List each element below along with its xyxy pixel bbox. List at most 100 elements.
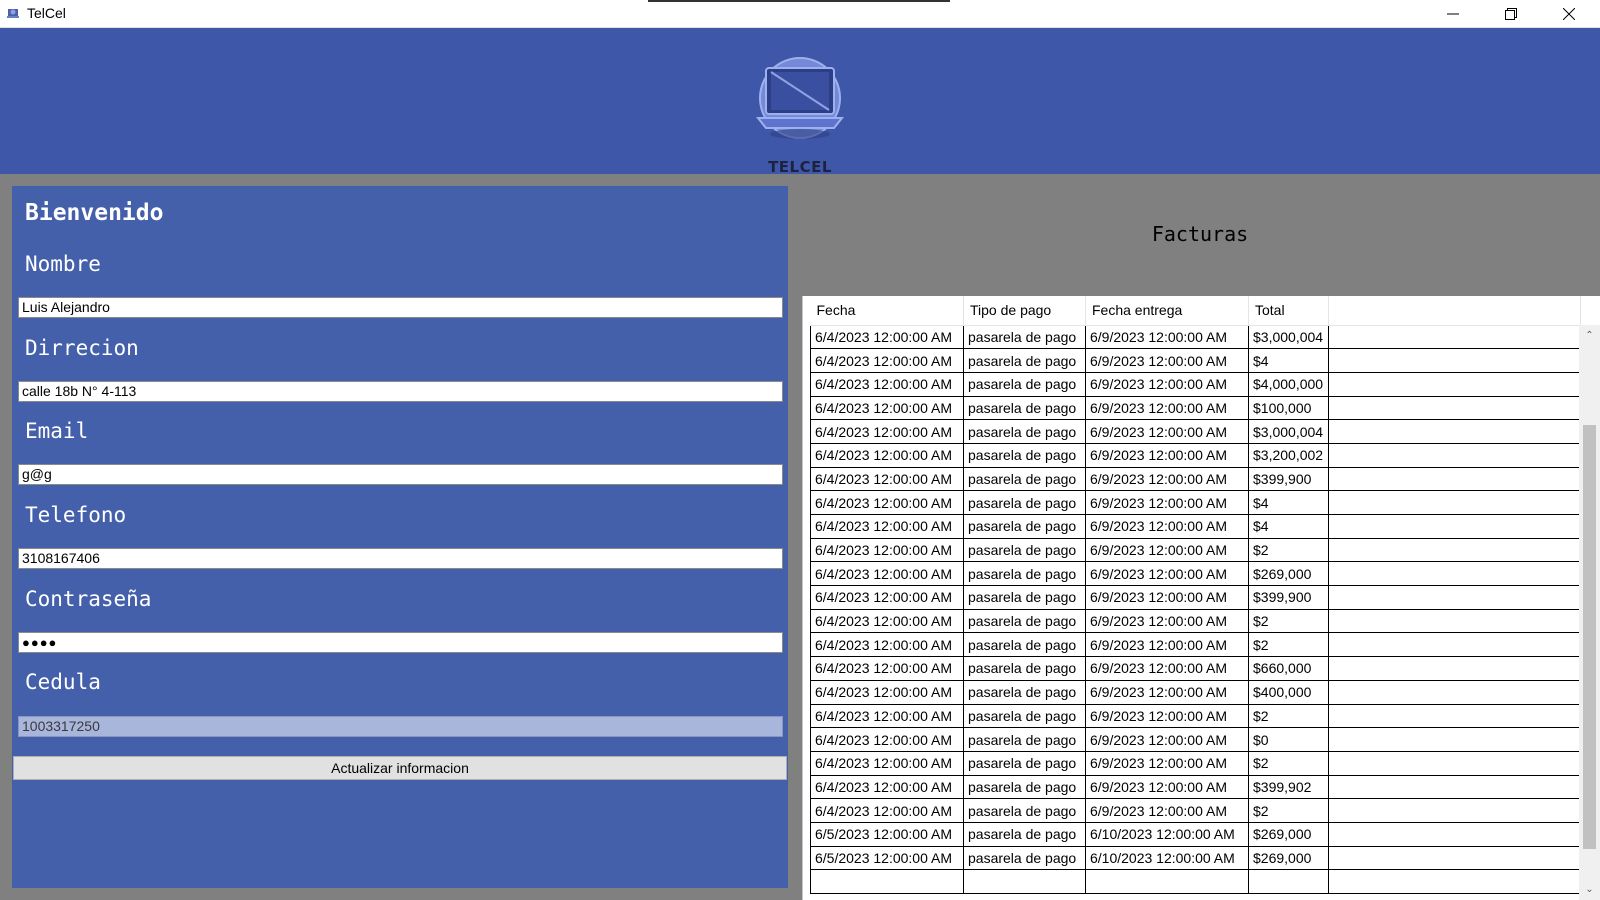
table-cell[interactable]: pasarela de pago bbox=[963, 538, 1086, 563]
table-row[interactable]: 6/4/2023 12:00:00 AM pasarela de pago 6/9/… bbox=[810, 609, 1581, 634]
table-row[interactable]: 6/5/2023 12:00:00 AM pasarela de pago 6/10… bbox=[810, 846, 1581, 871]
table-cell[interactable]: $2 bbox=[1248, 798, 1329, 823]
table-cell[interactable]: 6/4/2023 12:00:00 AM bbox=[810, 443, 964, 468]
table-row[interactable]: 6/4/2023 12:00:00 AM pasarela de pago 6/9/… bbox=[810, 798, 1581, 823]
table-row[interactable]: 6/4/2023 12:00:00 AM pasarela de pago 6/9/… bbox=[810, 680, 1581, 705]
table-cell[interactable]: 6/9/2023 12:00:00 AM bbox=[1085, 467, 1249, 492]
scroll-up-icon[interactable]: ⌃ bbox=[1584, 330, 1595, 341]
table-cell[interactable]: 6/9/2023 12:00:00 AM bbox=[1085, 680, 1249, 705]
table-cell[interactable]: $2 bbox=[1248, 538, 1329, 563]
table-cell[interactable]: pasarela de pago bbox=[963, 751, 1086, 776]
table-cell[interactable]: pasarela de pago bbox=[963, 419, 1086, 444]
table-cell[interactable]: $399,900 bbox=[1248, 467, 1329, 492]
direccion-field[interactable]: calle 18b N° 4-113 bbox=[18, 381, 783, 402]
table-cell[interactable]: pasarela de pago bbox=[963, 372, 1086, 397]
table-cell[interactable]: 6/9/2023 12:00:00 AM bbox=[1085, 727, 1249, 752]
table-row[interactable] bbox=[810, 869, 1581, 894]
table-cell[interactable]: 6/9/2023 12:00:00 AM bbox=[1085, 609, 1249, 634]
table-cell[interactable]: 6/9/2023 12:00:00 AM bbox=[1085, 751, 1249, 776]
table-cell[interactable]: 6/9/2023 12:00:00 AM bbox=[1085, 775, 1249, 800]
table-cell[interactable]: $3,200,002 bbox=[1248, 443, 1329, 468]
scroll-down-icon[interactable]: ⌄ bbox=[1584, 884, 1595, 895]
table-cell[interactable]: $100,000 bbox=[1248, 396, 1329, 421]
table-cell[interactable]: $2 bbox=[1248, 704, 1329, 729]
table-cell[interactable]: pasarela de pago bbox=[963, 632, 1086, 658]
table-cell[interactable]: $660,000 bbox=[1248, 656, 1329, 681]
telefono-field[interactable]: 3108167406 bbox=[18, 548, 783, 569]
table-row[interactable]: 6/4/2023 12:00:00 AM pasarela de pago 6/9/… bbox=[810, 467, 1581, 492]
table-cell[interactable]: pasarela de pago bbox=[963, 704, 1086, 729]
table-cell[interactable]: 6/4/2023 12:00:00 AM bbox=[810, 680, 964, 705]
table-cell[interactable]: $3,000,004 bbox=[1248, 419, 1329, 444]
table-cell[interactable]: 6/4/2023 12:00:00 AM bbox=[810, 775, 964, 800]
table-cell[interactable]: $4 bbox=[1248, 514, 1329, 539]
table-row[interactable]: 6/4/2023 12:00:00 AM pasarela de pago 6/9/… bbox=[810, 538, 1581, 563]
table-cell[interactable]: 6/4/2023 12:00:00 AM bbox=[810, 348, 964, 373]
table-cell[interactable]: 6/9/2023 12:00:00 AM bbox=[1085, 561, 1249, 587]
column-header-tipo-pago[interactable]: Tipo de pago bbox=[963, 296, 1086, 326]
table-cell[interactable]: 6/9/2023 12:00:00 AM bbox=[1085, 348, 1249, 373]
table-row[interactable]: 6/4/2023 12:00:00 AM pasarela de pago 6/9/… bbox=[810, 348, 1581, 373]
table-cell[interactable]: pasarela de pago bbox=[963, 846, 1086, 871]
table-cell[interactable]: 6/5/2023 12:00:00 AM bbox=[810, 822, 964, 847]
table-cell[interactable]: 6/4/2023 12:00:00 AM bbox=[810, 632, 964, 658]
scrollbar-thumb[interactable] bbox=[1583, 425, 1596, 849]
table-cell[interactable]: pasarela de pago bbox=[963, 585, 1086, 610]
table-cell[interactable]: 6/9/2023 12:00:00 AM bbox=[1085, 325, 1249, 350]
table-cell[interactable] bbox=[1085, 869, 1249, 894]
table-cell[interactable] bbox=[963, 869, 1086, 894]
table-cell[interactable]: 6/4/2023 12:00:00 AM bbox=[810, 325, 964, 350]
table-cell[interactable]: 6/9/2023 12:00:00 AM bbox=[1085, 396, 1249, 421]
table-cell[interactable]: pasarela de pago bbox=[963, 325, 1086, 350]
table-cell[interactable]: 6/4/2023 12:00:00 AM bbox=[810, 372, 964, 397]
table-cell[interactable]: $269,000 bbox=[1248, 561, 1329, 587]
table-cell[interactable]: 6/4/2023 12:00:00 AM bbox=[810, 704, 964, 729]
table-cell[interactable]: 6/9/2023 12:00:00 AM bbox=[1085, 538, 1249, 563]
nombre-field[interactable]: Luis Alejandro bbox=[18, 297, 783, 318]
table-cell[interactable]: 6/9/2023 12:00:00 AM bbox=[1085, 490, 1249, 515]
table-cell[interactable]: $400,000 bbox=[1248, 680, 1329, 705]
table-cell[interactable]: pasarela de pago bbox=[963, 348, 1086, 373]
table-cell[interactable]: $2 bbox=[1248, 751, 1329, 776]
table-cell[interactable]: 6/9/2023 12:00:00 AM bbox=[1085, 419, 1249, 444]
table-row[interactable]: 6/5/2023 12:00:00 AM pasarela de pago 6/10… bbox=[810, 822, 1581, 847]
table-cell[interactable]: $4 bbox=[1248, 348, 1329, 373]
table-row[interactable]: 6/4/2023 12:00:00 AM pasarela de pago 6/9/… bbox=[810, 325, 1581, 350]
table-cell[interactable]: 6/5/2023 12:00:00 AM bbox=[810, 846, 964, 871]
table-cell[interactable]: $2 bbox=[1248, 609, 1329, 634]
table-cell[interactable]: 6/4/2023 12:00:00 AM bbox=[810, 467, 964, 492]
table-cell[interactable]: 6/4/2023 12:00:00 AM bbox=[810, 609, 964, 634]
table-cell[interactable]: pasarela de pago bbox=[963, 443, 1086, 468]
table-cell[interactable]: $399,902 bbox=[1248, 775, 1329, 800]
table-cell[interactable]: 6/4/2023 12:00:00 AM bbox=[810, 798, 964, 823]
table-row[interactable]: 6/4/2023 12:00:00 AM pasarela de pago 6/9/… bbox=[810, 727, 1581, 752]
table-cell[interactable]: 6/4/2023 12:00:00 AM bbox=[810, 514, 964, 539]
table-cell[interactable]: 6/4/2023 12:00:00 AM bbox=[810, 396, 964, 421]
table-cell[interactable]: pasarela de pago bbox=[963, 396, 1086, 421]
restore-button[interactable] bbox=[1482, 0, 1540, 28]
table-row[interactable]: 6/4/2023 12:00:00 AM pasarela de pago 6/9/… bbox=[810, 704, 1581, 729]
table-cell[interactable]: 6/9/2023 12:00:00 AM bbox=[1085, 585, 1249, 610]
table-cell[interactable]: $0 bbox=[1248, 727, 1329, 752]
table-row[interactable]: 6/4/2023 12:00:00 AM pasarela de pago 6/9/… bbox=[810, 396, 1581, 421]
table-row[interactable]: 6/4/2023 12:00:00 AM pasarela de pago 6/9/… bbox=[810, 514, 1581, 539]
table-cell[interactable]: $3,000,004 bbox=[1248, 325, 1329, 350]
table-cell[interactable]: pasarela de pago bbox=[963, 656, 1086, 681]
table-row[interactable]: 6/4/2023 12:00:00 AM pasarela de pago 6/9/… bbox=[810, 372, 1581, 397]
password-field[interactable]: ●●●● bbox=[18, 632, 783, 653]
column-header-fecha-entrega[interactable]: Fecha entrega bbox=[1085, 296, 1249, 326]
table-cell[interactable]: 6/4/2023 12:00:00 AM bbox=[810, 490, 964, 515]
table-row[interactable]: 6/4/2023 12:00:00 AM pasarela de pago 6/9/… bbox=[810, 443, 1581, 468]
table-cell[interactable]: $4,000,000 bbox=[1248, 372, 1329, 397]
table-cell[interactable]: 6/4/2023 12:00:00 AM bbox=[810, 727, 964, 752]
table-row[interactable]: 6/4/2023 12:00:00 AM pasarela de pago 6/9/… bbox=[810, 585, 1581, 610]
invoices-grid[interactable]: Fecha Tipo de pago Fecha entrega Total 6… bbox=[802, 296, 1600, 900]
table-cell[interactable]: $269,000 bbox=[1248, 822, 1329, 847]
table-cell[interactable]: 6/9/2023 12:00:00 AM bbox=[1085, 443, 1249, 468]
table-cell[interactable]: 6/4/2023 12:00:00 AM bbox=[810, 419, 964, 444]
table-cell[interactable]: $399,900 bbox=[1248, 585, 1329, 610]
table-cell[interactable]: pasarela de pago bbox=[963, 727, 1086, 752]
table-cell[interactable] bbox=[1248, 869, 1329, 894]
table-cell[interactable]: 6/4/2023 12:00:00 AM bbox=[810, 538, 964, 563]
table-cell[interactable] bbox=[810, 869, 964, 894]
